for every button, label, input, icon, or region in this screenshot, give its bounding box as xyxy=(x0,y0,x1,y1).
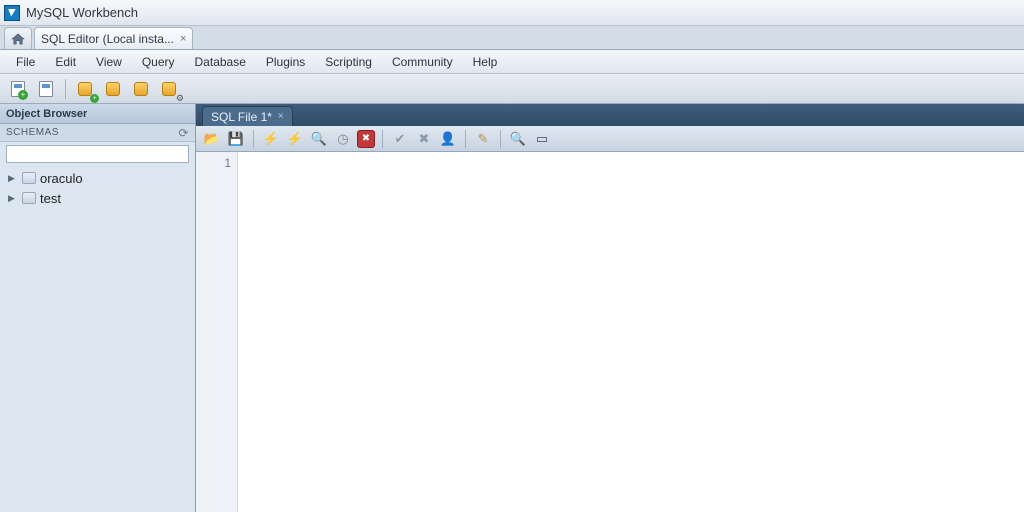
main-toolbar: + + xyxy=(0,74,1024,104)
expand-arrow-icon[interactable]: ▶ xyxy=(8,193,18,204)
menu-edit[interactable]: Edit xyxy=(45,52,86,72)
menu-scripting[interactable]: Scripting xyxy=(315,52,382,72)
home-tab[interactable] xyxy=(4,27,32,49)
code-area: 1 xyxy=(196,152,1024,512)
schema-search-input[interactable] xyxy=(6,145,189,163)
schema-tree: ▶ oraculo ▶ test xyxy=(0,166,195,210)
close-file-icon[interactable]: × xyxy=(278,111,284,122)
schema-inspector-button[interactable] xyxy=(157,77,181,101)
new-table-button[interactable] xyxy=(101,77,125,101)
schema-tree-item[interactable]: ▶ test xyxy=(4,188,191,208)
editor-toolbar: 📂 💾 ⚡ ⚡ 🔍 ◷ ✖ ✔ ✖ 👤 ✎ 🔍 ▭ xyxy=(196,126,1024,152)
editor-separator xyxy=(500,130,501,148)
sql-file-tab-label: SQL File 1* xyxy=(211,110,272,124)
database-icon xyxy=(22,172,36,184)
menu-help[interactable]: Help xyxy=(463,52,508,72)
schemas-label: SCHEMAS xyxy=(6,127,59,138)
sql-text-editor[interactable] xyxy=(238,152,1024,512)
schemas-header: SCHEMAS ⟳ xyxy=(0,124,195,142)
app-title: MySQL Workbench xyxy=(26,5,138,20)
open-sql-button[interactable] xyxy=(34,77,58,101)
menu-database[interactable]: Database xyxy=(185,52,256,72)
open-file-button[interactable]: 📂 xyxy=(202,129,222,149)
stop-button[interactable]: ✖ xyxy=(357,130,375,148)
menu-community[interactable]: Community xyxy=(382,52,463,72)
new-schema-button[interactable]: + xyxy=(73,77,97,101)
beautify-button[interactable]: ✎ xyxy=(473,129,493,149)
history-button[interactable]: ◷ xyxy=(333,129,353,149)
menubar: File Edit View Query Database Plugins Sc… xyxy=(0,50,1024,74)
schema-name: oraculo xyxy=(40,171,83,186)
menu-query[interactable]: Query xyxy=(132,52,185,72)
expand-arrow-icon[interactable]: ▶ xyxy=(8,173,18,184)
menu-view[interactable]: View xyxy=(86,52,132,72)
toggle-panel-button[interactable]: ▭ xyxy=(532,129,552,149)
home-icon xyxy=(11,33,25,45)
file-tabstrip: SQL File 1* × xyxy=(196,104,1024,126)
new-view-button[interactable] xyxy=(129,77,153,101)
app-icon xyxy=(4,5,20,21)
schema-tree-item[interactable]: ▶ oraculo xyxy=(4,168,191,188)
body: Object Browser SCHEMAS ⟳ ▶ oraculo ▶ tes… xyxy=(0,104,1024,512)
line-gutter: 1 xyxy=(196,152,238,512)
new-sql-tab-button[interactable]: + xyxy=(6,77,30,101)
execute-button[interactable]: ⚡ xyxy=(261,129,281,149)
object-browser-title: Object Browser xyxy=(6,108,87,120)
object-browser-sidebar: Object Browser SCHEMAS ⟳ ▶ oraculo ▶ tes… xyxy=(0,104,196,512)
explain-button[interactable]: 🔍 xyxy=(309,129,329,149)
line-number: 1 xyxy=(196,156,231,170)
window-titlebar: MySQL Workbench xyxy=(0,0,1024,26)
editor-separator xyxy=(382,130,383,148)
toolbar-separator xyxy=(65,79,66,99)
execute-current-button[interactable]: ⚡ xyxy=(285,129,305,149)
sql-file-tab[interactable]: SQL File 1* × xyxy=(202,106,293,126)
close-tab-icon[interactable]: × xyxy=(180,33,186,45)
schema-name: test xyxy=(40,191,61,206)
autocommit-button[interactable]: 👤 xyxy=(438,129,458,149)
find-button[interactable]: 🔍 xyxy=(508,129,528,149)
commit-button[interactable]: ✔ xyxy=(390,129,410,149)
connection-tab[interactable]: SQL Editor (Local insta... × xyxy=(34,27,193,49)
connection-tab-label: SQL Editor (Local insta... xyxy=(41,32,174,46)
app-tabstrip: SQL Editor (Local insta... × xyxy=(0,26,1024,50)
editor-separator xyxy=(465,130,466,148)
menu-plugins[interactable]: Plugins xyxy=(256,52,315,72)
sql-editor-area: SQL File 1* × 📂 💾 ⚡ ⚡ 🔍 ◷ ✖ ✔ ✖ 👤 ✎ 🔍 ▭ xyxy=(196,104,1024,512)
refresh-schemas-icon[interactable]: ⟳ xyxy=(178,126,189,140)
save-file-button[interactable]: 💾 xyxy=(226,129,246,149)
editor-separator xyxy=(253,130,254,148)
object-browser-header: Object Browser xyxy=(0,104,195,124)
rollback-button[interactable]: ✖ xyxy=(414,129,434,149)
menu-file[interactable]: File xyxy=(6,52,45,72)
database-icon xyxy=(22,192,36,204)
